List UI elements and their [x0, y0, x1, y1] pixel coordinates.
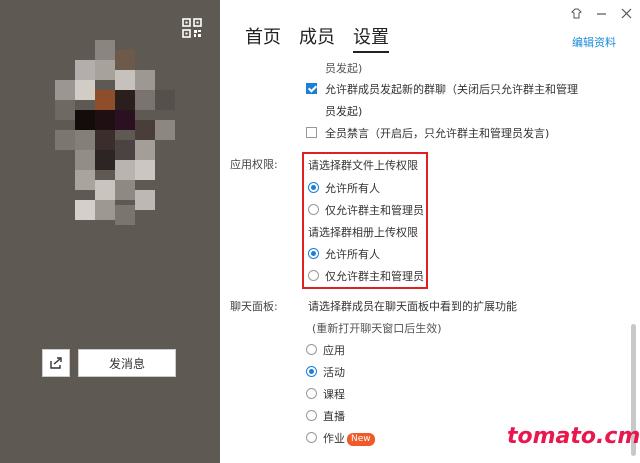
chat-panel-activity-radio[interactable]	[306, 366, 317, 377]
group-profile-panel: 发消息	[0, 0, 220, 463]
chat-panel-live-radio[interactable]	[306, 410, 317, 421]
wrapped-text-fragment: 员发起)	[325, 62, 363, 75]
edit-profile-link[interactable]: 编辑资料	[572, 34, 616, 50]
chat-panel-apps-label: 应用	[323, 344, 345, 357]
share-icon	[50, 357, 62, 369]
qr-code-icon[interactable]	[182, 18, 202, 38]
tab-members[interactable]: 成员	[299, 25, 335, 53]
album-upload-permission-title: 请选择群相册上传权限	[308, 226, 418, 239]
album-upload-allow-all-label: 允许所有人	[325, 248, 380, 261]
chat-panel-course-label: 课程	[323, 388, 345, 401]
chat-panel-label: 聊天面板:	[230, 300, 278, 313]
allow-members-chat-label-line2: 员发起)	[325, 105, 363, 118]
settings-content: 员发起) 允许群成员发起新的群聊（关闭后只允许群主和管理 员发起) 全员禁言（开…	[220, 52, 640, 463]
chat-panel-apps-radio[interactable]	[306, 344, 317, 355]
close-icon[interactable]	[621, 8, 632, 19]
tab-home[interactable]: 首页	[245, 25, 281, 53]
allow-members-chat-checkbox[interactable]	[306, 83, 317, 94]
app-permissions-label: 应用权限:	[230, 158, 278, 171]
settings-scrollbar[interactable]	[631, 56, 636, 456]
chat-panel-homework-radio[interactable]	[306, 432, 317, 443]
watermark: tomato.cm	[507, 424, 640, 449]
file-upload-allow-all-label: 允许所有人	[325, 182, 380, 195]
chat-panel-homework-option: 作业 New	[323, 430, 375, 446]
file-upload-admins-only-label: 仅允许群主和管理员	[325, 204, 424, 217]
group-avatar	[55, 40, 175, 225]
chat-panel-note: (重新打开聊天窗口后生效)	[312, 322, 442, 335]
file-upload-admins-only-radio[interactable]	[308, 204, 319, 215]
chat-panel-description: 请选择群成员在聊天面板中看到的扩展功能	[308, 300, 517, 313]
file-upload-allow-all-radio[interactable]	[308, 182, 319, 193]
album-upload-admins-only-label: 仅允许群主和管理员	[325, 270, 424, 283]
mute-all-label: 全员禁言（开启后，只允许群主和管理员发言)	[325, 127, 550, 140]
window-controls	[571, 8, 632, 19]
send-message-button[interactable]: 发消息	[78, 349, 176, 377]
new-badge: New	[347, 432, 375, 446]
chat-panel-live-label: 直播	[323, 410, 345, 423]
mute-all-checkbox[interactable]	[306, 127, 317, 138]
album-upload-allow-all-radio[interactable]	[308, 248, 319, 259]
group-settings-panel: 首页 成员 设置 编辑资料 员发起) 允许群成员发起新的群聊（关闭后只允许群主和…	[220, 0, 640, 463]
allow-members-chat-label: 允许群成员发起新的群聊（关闭后只允许群主和管理	[325, 83, 578, 96]
share-button[interactable]	[42, 349, 70, 377]
album-upload-admins-only-radio[interactable]	[308, 270, 319, 281]
skin-icon[interactable]	[571, 8, 582, 19]
tab-settings[interactable]: 设置	[353, 25, 389, 53]
chat-panel-course-radio[interactable]	[306, 388, 317, 399]
minimize-icon[interactable]	[596, 8, 607, 19]
file-upload-permission-title: 请选择群文件上传权限	[308, 159, 418, 172]
chat-panel-activity-label: 活动	[323, 366, 345, 379]
chat-panel-homework-label: 作业	[323, 432, 345, 445]
tab-bar: 首页 成员 设置	[245, 25, 389, 53]
